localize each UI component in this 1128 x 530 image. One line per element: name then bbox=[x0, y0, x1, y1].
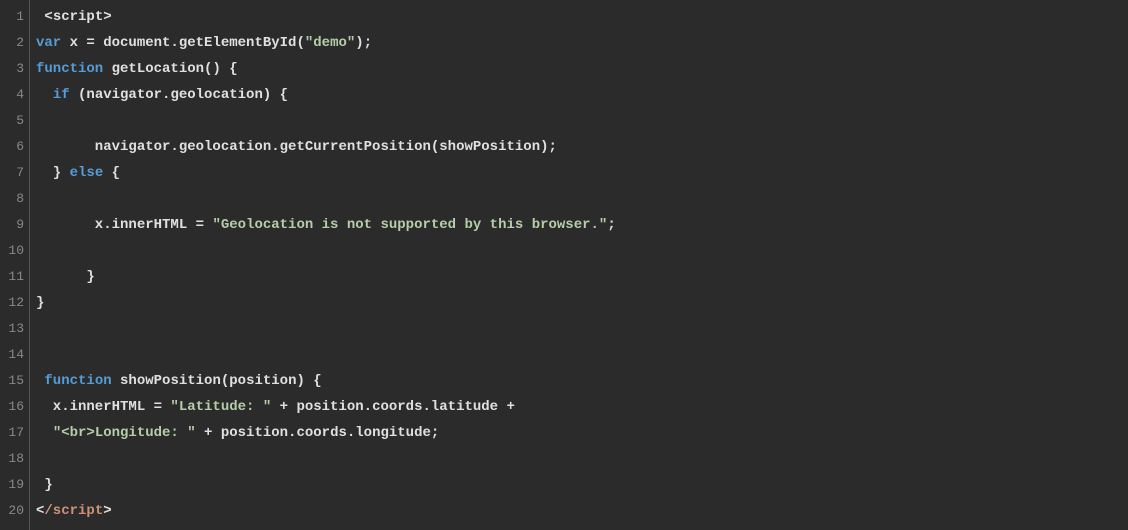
code-token bbox=[103, 61, 111, 77]
line-number: 16 bbox=[0, 394, 29, 420]
code-token: script bbox=[53, 9, 103, 25]
line-number: 8 bbox=[0, 186, 29, 212]
code-line[interactable] bbox=[36, 186, 1128, 212]
code-token: x = document. bbox=[61, 35, 179, 51]
code-token: else bbox=[70, 165, 104, 181]
code-token: () { bbox=[204, 61, 238, 77]
line-number: 10 bbox=[0, 238, 29, 264]
code-token: < bbox=[36, 9, 53, 25]
code-token: showPosition bbox=[120, 373, 221, 389]
code-line[interactable]: </script> bbox=[36, 498, 1128, 524]
line-number: 3 bbox=[0, 56, 29, 82]
code-token: } bbox=[36, 165, 70, 181]
code-token: x.innerHTML = bbox=[36, 217, 212, 233]
code-token: x.innerHTML = bbox=[36, 399, 170, 415]
code-line[interactable]: if (navigator.geolocation) { bbox=[36, 82, 1128, 108]
line-number-gutter: 1234567891011121314151617181920 bbox=[0, 0, 30, 530]
line-number: 19 bbox=[0, 472, 29, 498]
line-number: 17 bbox=[0, 420, 29, 446]
code-line[interactable] bbox=[36, 342, 1128, 368]
line-number: 12 bbox=[0, 290, 29, 316]
line-number: 11 bbox=[0, 264, 29, 290]
code-line[interactable]: x.innerHTML = "Geolocation is not suppor… bbox=[36, 212, 1128, 238]
code-line[interactable]: x.innerHTML = "Latitude: " + position.co… bbox=[36, 394, 1128, 420]
line-number: 6 bbox=[0, 134, 29, 160]
code-line[interactable] bbox=[36, 446, 1128, 472]
line-number: 9 bbox=[0, 212, 29, 238]
code-token: if bbox=[53, 87, 70, 103]
code-token: ); bbox=[355, 35, 372, 51]
code-token: + position.coords.latitude + bbox=[271, 399, 515, 415]
code-token: navigator.geolocation. bbox=[36, 139, 280, 155]
line-number: 15 bbox=[0, 368, 29, 394]
code-line[interactable] bbox=[36, 316, 1128, 342]
code-token: ; bbox=[607, 217, 615, 233]
code-token: var bbox=[36, 35, 61, 51]
line-number: 14 bbox=[0, 342, 29, 368]
line-number: 18 bbox=[0, 446, 29, 472]
code-token: function bbox=[44, 373, 111, 389]
code-token: "Geolocation is not supported by this br… bbox=[212, 217, 607, 233]
code-line[interactable]: } else { bbox=[36, 160, 1128, 186]
code-line[interactable]: function getLocation() { bbox=[36, 56, 1128, 82]
code-line[interactable]: } bbox=[36, 264, 1128, 290]
code-token: (navigator.geolocation) { bbox=[70, 87, 288, 103]
code-token: > bbox=[103, 503, 111, 519]
line-number: 5 bbox=[0, 108, 29, 134]
code-token: } bbox=[36, 295, 44, 311]
code-line[interactable] bbox=[36, 238, 1128, 264]
code-editor-content[interactable]: <script>var x = document.getElementById(… bbox=[30, 0, 1128, 530]
code-token bbox=[36, 425, 53, 441]
line-number: 4 bbox=[0, 82, 29, 108]
code-line[interactable]: } bbox=[36, 290, 1128, 316]
line-number: 20 bbox=[0, 498, 29, 524]
code-token: "demo" bbox=[305, 35, 355, 51]
code-line[interactable]: function showPosition(position) { bbox=[36, 368, 1128, 394]
code-line[interactable]: <script> bbox=[36, 4, 1128, 30]
code-token: (showPosition); bbox=[431, 139, 557, 155]
code-token: (position) { bbox=[221, 373, 322, 389]
code-token: getCurrentPosition bbox=[280, 139, 431, 155]
code-token: > bbox=[103, 9, 111, 25]
code-token: getLocation bbox=[112, 61, 204, 77]
code-token: "<br>Longitude: " bbox=[53, 425, 196, 441]
code-token: { bbox=[103, 165, 120, 181]
code-token: "Latitude: " bbox=[170, 399, 271, 415]
line-number: 2 bbox=[0, 30, 29, 56]
code-token: } bbox=[36, 477, 53, 493]
code-line[interactable]: var x = document.getElementById("demo"); bbox=[36, 30, 1128, 56]
line-number: 7 bbox=[0, 160, 29, 186]
code-token bbox=[112, 373, 120, 389]
code-line[interactable]: "<br>Longitude: " + position.coords.long… bbox=[36, 420, 1128, 446]
code-token bbox=[36, 87, 53, 103]
code-token: /script bbox=[44, 503, 103, 519]
line-number: 13 bbox=[0, 316, 29, 342]
code-token: } bbox=[36, 269, 95, 285]
line-number: 1 bbox=[0, 4, 29, 30]
code-line[interactable]: navigator.geolocation.getCurrentPosition… bbox=[36, 134, 1128, 160]
code-token: getElementById bbox=[179, 35, 297, 51]
code-line[interactable]: } bbox=[36, 472, 1128, 498]
code-token: + position.coords.longitude; bbox=[196, 425, 440, 441]
code-line[interactable] bbox=[36, 108, 1128, 134]
code-token: ( bbox=[296, 35, 304, 51]
code-token: function bbox=[36, 61, 103, 77]
